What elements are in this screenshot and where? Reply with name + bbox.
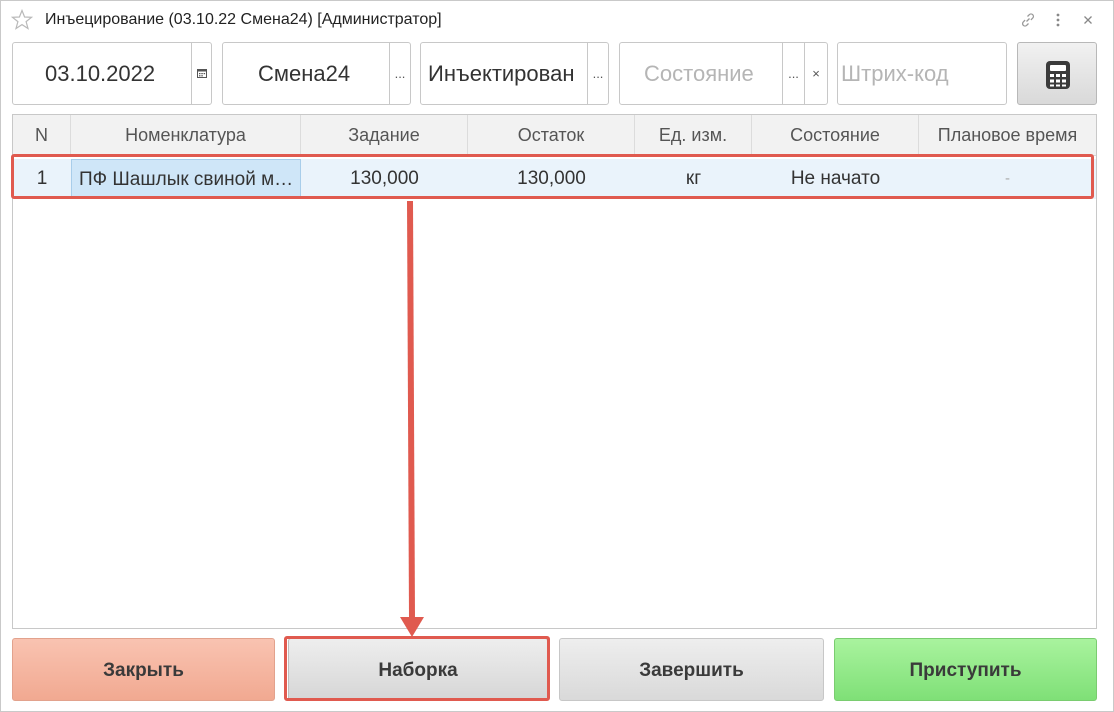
calculator-icon (1045, 60, 1071, 95)
start-button[interactable]: Приступить (834, 638, 1097, 701)
operation-select-button[interactable]: ... (587, 43, 608, 104)
barcode-field[interactable]: Штрих-код (837, 42, 1007, 105)
operation-field[interactable]: Инъектирован ... (420, 42, 609, 105)
state-select-button[interactable]: ... (782, 43, 804, 104)
window: Инъецирование (03.10.22 Смена24) [Админи… (0, 0, 1114, 712)
date-field[interactable]: 03.10.2022 (12, 42, 212, 105)
date-value: 03.10.2022 (45, 61, 156, 86)
title-bar: Инъецирование (03.10.22 Смена24) [Админи… (1, 1, 1113, 39)
more-vertical-icon[interactable] (1049, 10, 1067, 30)
table-header: N Номенклатура Задание Остаток Ед. изм. … (13, 115, 1096, 156)
pick-button[interactable]: Наборка (288, 638, 548, 701)
column-header-unit[interactable]: Ед. изм. (635, 115, 752, 155)
barcode-placeholder: Штрих-код (841, 61, 949, 86)
cell-task: 130,000 (350, 168, 419, 189)
link-icon[interactable] (1019, 10, 1037, 30)
state-clear-button[interactable]: × (804, 43, 827, 104)
column-header-task[interactable]: Задание (301, 115, 468, 155)
column-header-planned-time[interactable]: Плановое время (919, 115, 1096, 155)
column-header-remainder[interactable]: Остаток (468, 115, 635, 155)
cell-state: Не начато (790, 168, 881, 189)
tasks-table: N Номенклатура Задание Остаток Ед. изм. … (12, 114, 1097, 629)
shift-value: Смена24 (258, 61, 351, 86)
cell-number: 1 (36, 168, 48, 189)
cell-remainder: 130,000 (517, 168, 586, 189)
finish-button[interactable]: Завершить (559, 638, 824, 701)
shift-select-button[interactable]: ... (389, 43, 410, 104)
column-header-state[interactable]: Состояние (752, 115, 919, 155)
calculator-button[interactable] (1017, 42, 1097, 105)
column-header-n[interactable]: N (13, 115, 71, 155)
shift-field[interactable]: Смена24 ... (222, 42, 411, 105)
close-button[interactable]: Закрыть (12, 638, 275, 701)
table-row[interactable]: 1 ПФ Шашлык свиной маринованный 130,000 … (13, 159, 1096, 199)
cell-nomenclature[interactable]: ПФ Шашлык свиной маринованный (71, 159, 301, 199)
operation-value: Инъектирован (428, 61, 575, 86)
state-field[interactable]: Состояние ... × (619, 42, 828, 105)
close-icon[interactable] (1079, 10, 1097, 30)
cell-planned-time: - (1005, 170, 1010, 187)
state-placeholder: Состояние (644, 61, 754, 86)
cell-unit: кг (685, 168, 702, 189)
star-icon[interactable] (10, 8, 34, 31)
column-header-nomenclature[interactable]: Номенклатура (71, 115, 301, 155)
calendar-icon[interactable] (191, 43, 211, 104)
window-title: Инъецирование (03.10.22 Смена24) [Админи… (45, 11, 442, 28)
